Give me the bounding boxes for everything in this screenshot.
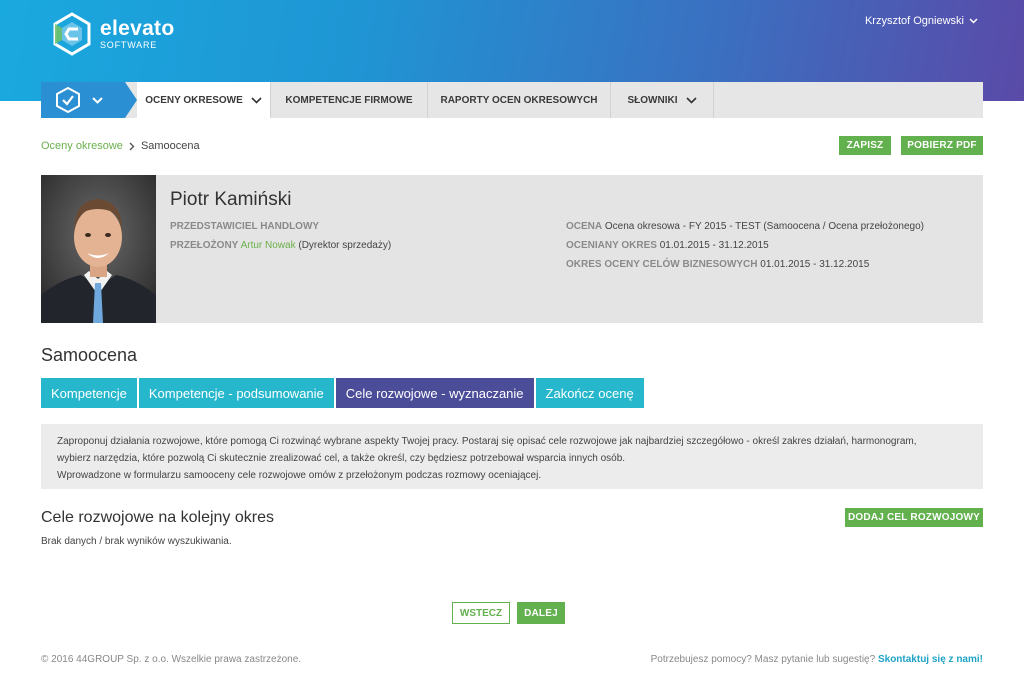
chevron-down-icon xyxy=(92,96,103,104)
breadcrumb: Oceny okresowe Samoocena xyxy=(41,140,200,152)
assessment-tabs: Kompetencje Kompetencje - podsumowanie C… xyxy=(41,378,644,408)
nav-item-kompetencje-firmowe[interactable]: KOMPETENCJE FIRMOWE xyxy=(271,82,428,118)
user-name: Krzysztof Ogniewski xyxy=(864,15,964,27)
supervisor-role: (Dyrektor sprzedaży) xyxy=(298,240,392,251)
app-logo[interactable]: elevato SOFTWARE xyxy=(52,12,174,56)
back-button[interactable]: WSTECZ xyxy=(452,602,510,624)
nav-item-oceny-okresowe[interactable]: OCENY OKRESOWE xyxy=(137,82,271,118)
nav-home-button[interactable] xyxy=(41,82,137,118)
brand-name: elevato xyxy=(100,17,175,40)
download-pdf-button[interactable]: POBIERZ PDF xyxy=(901,136,983,155)
next-button[interactable]: DALEJ xyxy=(517,602,565,624)
supervisor-link[interactable]: Artur Nowak xyxy=(241,240,296,251)
nav-item-label: RAPORTY OCEN OKRESOWYCH xyxy=(440,94,598,106)
nav-item-label: SŁOWNIKI xyxy=(627,94,678,106)
goals-period-label: OKRES OCENY CELÓW BIZNESOWYCH xyxy=(566,259,758,270)
employee-supervisor: PRZEŁOŻONY Artur Nowak (Dyrektor sprzeda… xyxy=(170,240,391,251)
empty-state-text: Brak danych / brak wyników wyszukiwania. xyxy=(41,536,232,547)
supervisor-label: PRZEŁOŻONY xyxy=(170,240,239,251)
employee-profile-card: Piotr Kamiński PRZEDSTAWICIEL HANDLOWY P… xyxy=(41,175,983,323)
rating-label: OCENA xyxy=(566,221,603,232)
rating-value: Ocena okresowa - FY 2015 - TEST (Samooce… xyxy=(604,221,924,232)
nav-item-slowniki[interactable]: SŁOWNIKI xyxy=(611,82,714,118)
employee-photo xyxy=(41,175,156,323)
breadcrumb-link-oceny[interactable]: Oceny okresowe xyxy=(41,140,123,152)
footer-help-text: Potrzebujesz pomocy? Masz pytanie lub su… xyxy=(650,654,876,665)
instructions-line: wybierz narzędzia, które pozwolą Ci skut… xyxy=(57,453,626,464)
employee-position: PRZEDSTAWICIEL HANDLOWY xyxy=(170,221,319,232)
tab-cele-rozwojowe[interactable]: Cele rozwojowe - wyznaczanie xyxy=(335,378,534,408)
period-label: OCENIANY OKRES xyxy=(566,240,657,251)
elevato-logo-icon xyxy=(53,12,91,56)
instructions-line: Zaproponuj działania rozwojowe, które po… xyxy=(57,436,917,447)
employee-name: Piotr Kamiński xyxy=(170,189,292,210)
chevron-down-icon xyxy=(251,96,262,104)
tab-kompetencje-podsumowanie[interactable]: Kompetencje - podsumowanie xyxy=(138,378,334,408)
position-value: PRZEDSTAWICIEL HANDLOWY xyxy=(170,221,320,232)
nav-item-raporty[interactable]: RAPORTY OCEN OKRESOWYCH xyxy=(428,82,611,118)
logo-wordmark: elevato SOFTWARE xyxy=(100,18,174,50)
footer-help: Potrzebujesz pomocy? Masz pytanie lub su… xyxy=(651,654,983,665)
tab-zakoncz-ocene[interactable]: Zakończ ocenę xyxy=(535,378,644,408)
footer-copyright: © 2016 44GROUP Sp. z o.o. Wszelkie prawa… xyxy=(41,654,302,665)
brand-sub: SOFTWARE xyxy=(100,40,158,50)
period-row: OCENIANY OKRES 01.01.2015 - 31.12.2015 xyxy=(566,240,769,251)
instructions-box: Zaproponuj działania rozwojowe, które po… xyxy=(41,424,983,489)
main-nav: OCENY OKRESOWE KOMPETENCJE FIRMOWE RAPOR… xyxy=(41,82,983,118)
goals-period-value: 01.01.2015 - 31.12.2015 xyxy=(760,259,870,270)
goals-period-row: OKRES OCENY CELÓW BIZNESOWYCH 01.01.2015… xyxy=(566,259,869,270)
avatar xyxy=(41,175,156,323)
tab-kompetencje[interactable]: Kompetencje xyxy=(41,378,137,408)
instructions-line: Wprowadzone w formularzu samooceny cele … xyxy=(57,470,542,481)
contact-link[interactable]: Skontaktuj się z nami! xyxy=(878,654,983,665)
section-title: Samoocena xyxy=(41,345,138,365)
add-goal-button[interactable]: DODAJ CEL ROZWOJOWY xyxy=(845,508,983,527)
nav-item-label: OCENY OKRESOWE xyxy=(145,94,243,106)
nav-item-label: KOMPETENCJE FIRMOWE xyxy=(285,94,413,106)
goals-title: Cele rozwojowe na kolejny okres xyxy=(41,509,274,526)
chevron-down-icon xyxy=(969,18,978,24)
user-menu[interactable]: Krzysztof Ogniewski xyxy=(865,15,978,27)
breadcrumb-current: Samoocena xyxy=(140,140,200,152)
shield-check-icon xyxy=(56,87,80,113)
chevron-down-icon xyxy=(685,96,697,104)
chevron-right-icon xyxy=(129,142,135,150)
rating-row: OCENA Ocena okresowa - FY 2015 - TEST (S… xyxy=(566,221,924,232)
period-value: 01.01.2015 - 31.12.2015 xyxy=(659,240,769,251)
save-button[interactable]: ZAPISZ xyxy=(839,136,891,155)
